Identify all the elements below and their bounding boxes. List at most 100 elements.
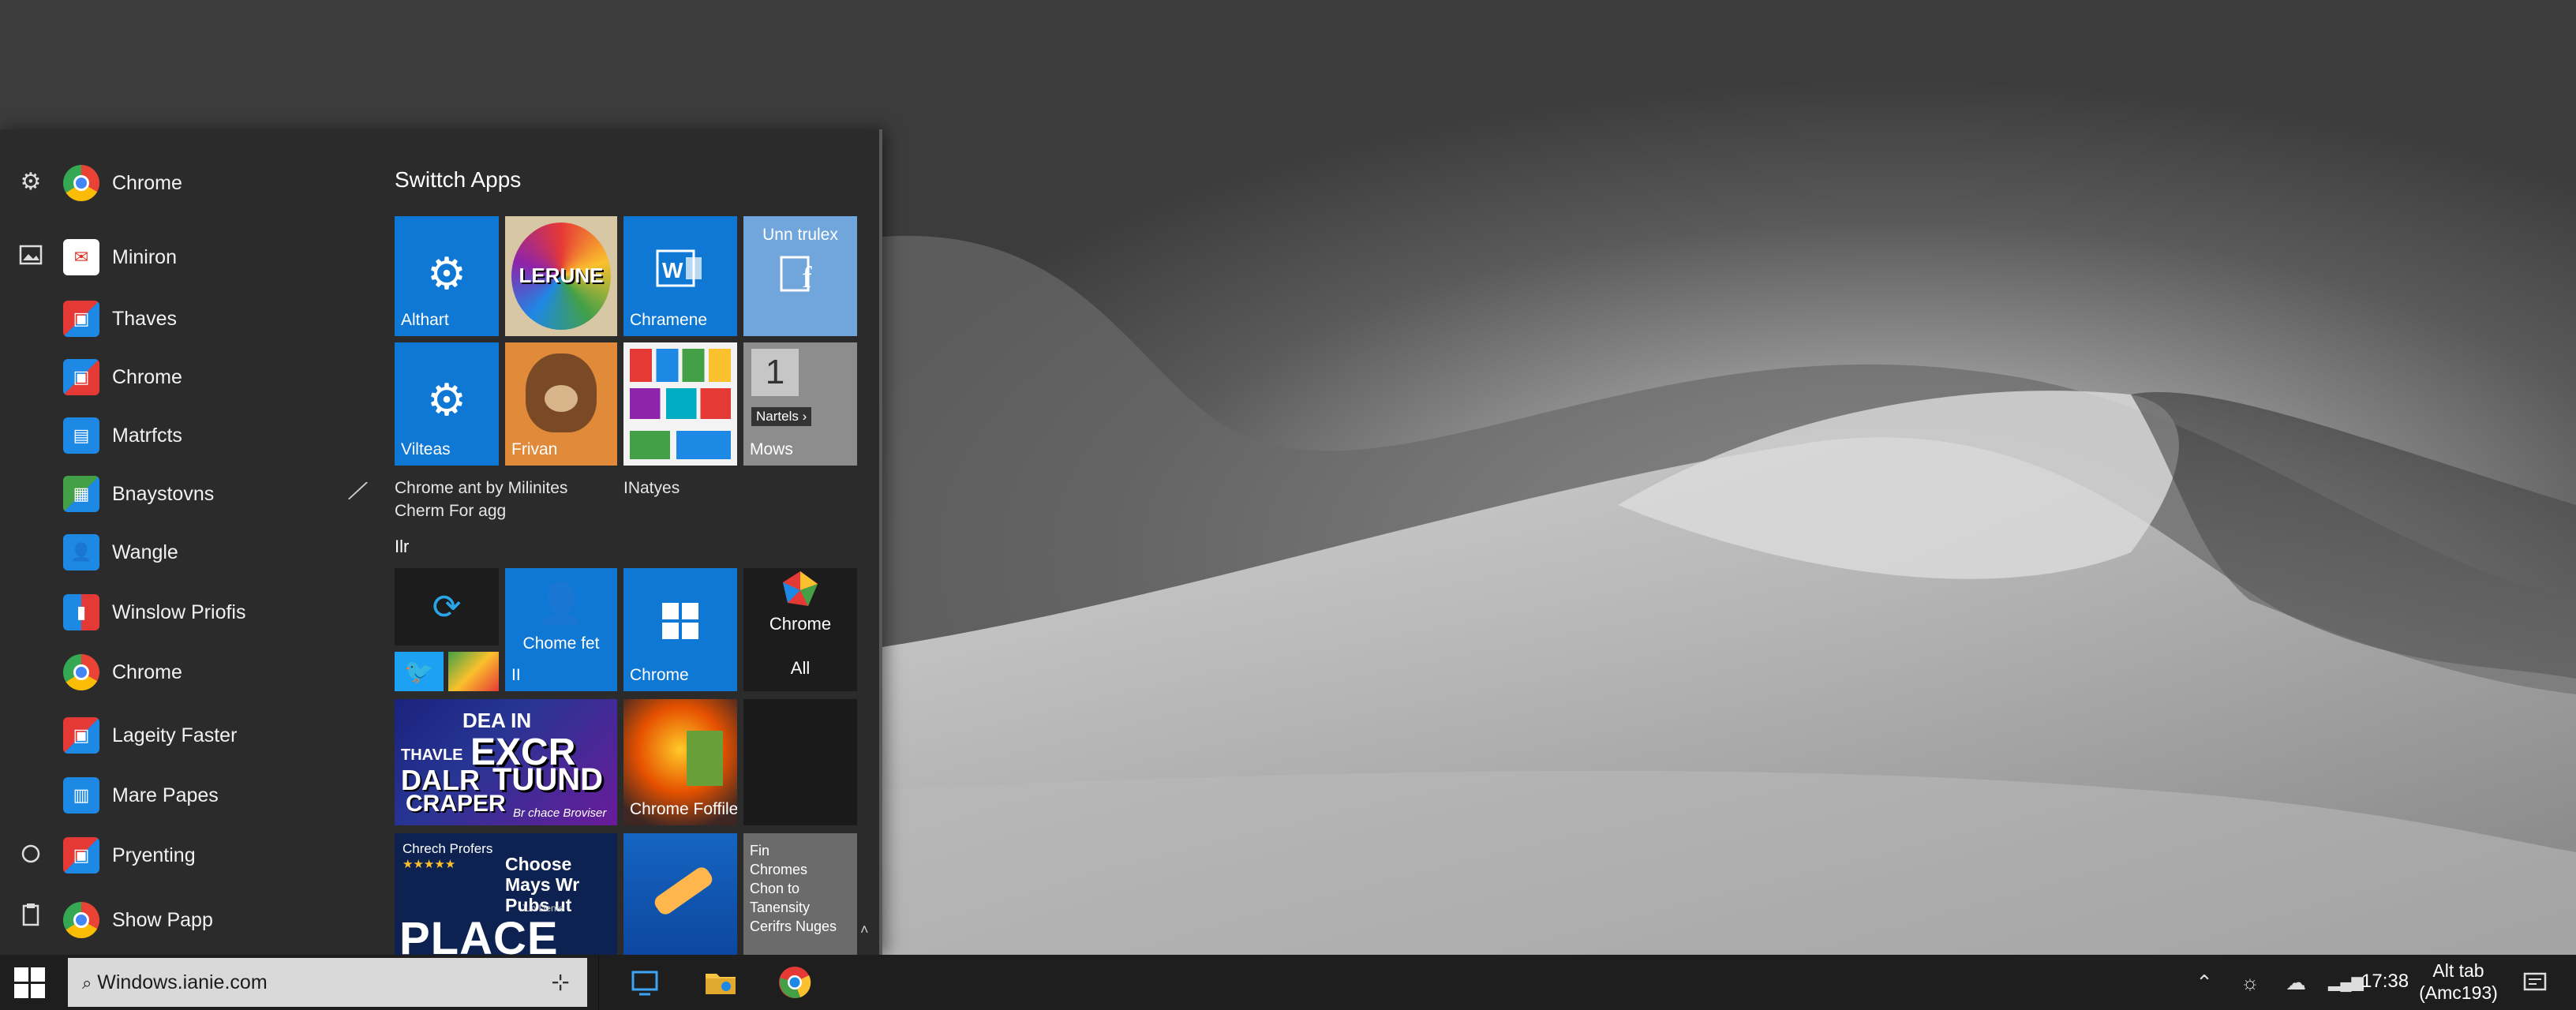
caption-line: Cherm For agg [395,502,507,520]
app-item-miniron[interactable]: ✉ Miniron [63,235,379,279]
app-label: Bnaystovns [112,482,215,505]
clock-time[interactable]: 17:38 [2361,971,2409,993]
gear-icon: ⚙ [426,375,467,425]
app-item-bnaystovns[interactable]: ▦ Bnaystovns [63,472,379,516]
tile-text: Fin Chromes Chon to Tanensity Cerifrs Nu… [750,841,837,936]
tile-place[interactable]: Chrech Profers ★★★★★ Choose Mays Wr Pubs… [395,833,617,955]
search-icon: ⌕ [82,973,92,993]
tile-text-line: Cerifrs Nuges [750,918,837,934]
app-list: Chrome ✉ Miniron ▣ Thaves ▣ Chrome ▤ Mat… [63,129,371,955]
start-rail: ⚙ [0,129,63,955]
tile-unn-trulex[interactable]: Unn trulex f [743,216,857,336]
brightness-icon[interactable]: ☼ [2238,971,2262,994]
tile-label: Chrome [630,666,689,684]
bear-face [545,385,578,412]
tile-fin-chromes[interactable]: Fin Chromes Chon to Tanensity Cerifrs Nu… [743,833,857,955]
search-box[interactable]: ⌕ Windows.ianie.com ⊹ [68,958,587,1007]
pin-icon[interactable]: ⊹ [552,958,570,1007]
tile-poster-game[interactable]: DEA IN EXCR TUUND THAVLE DALR CRAPER Br … [395,699,617,825]
app-item-matrfcts[interactable]: ▤ Matrfcts [63,413,379,458]
app-label: Lageity Faster [112,724,238,746]
app-icon: ▤ [63,417,99,454]
place-line: Chrech Profers [402,841,493,856]
power-icon[interactable] [17,840,44,866]
poster-line: Br chace Broviser [513,806,607,820]
task-view-icon[interactable] [627,964,663,1001]
app-item-show-papp[interactable]: Show Papp [63,898,379,942]
app-icon: ▦ [63,476,99,512]
app-item-pryenting[interactable]: ▣ Pryenting [63,833,379,877]
bird-icon: 🐦 [404,659,434,685]
app-item-wangle[interactable]: 👤 Wangle [63,530,379,574]
tile-althart[interactable]: ⚙ Althart [395,216,499,336]
app-label: Mare Papes [112,784,219,806]
svg-text:W: W [662,258,683,282]
tile-frivan[interactable]: Frivan [505,342,617,466]
app-icon: ▣ [63,837,99,873]
app-label: Wangle [112,541,178,563]
tile-chramene[interactable]: W Chramene [623,216,737,336]
tile-caption: Chrome ant by Milinites Cherm For agg [395,477,567,522]
tile-chrome-foffiles[interactable]: Chrome Foffiles [623,699,737,825]
tile-title: Unn trulex [762,226,838,244]
taskbar: ⌕ Windows.ianie.com ⊹ ⌃ ☼ ☁ ▂▄▆ 17:38 Al… [0,955,2576,1010]
app-label: Matrfcts [112,424,182,447]
alt-tab-indicator[interactable]: Alt tab (Amc193) [2415,960,2502,1004]
app-icon: ▮ [63,594,99,630]
tile-app-collage[interactable] [623,342,737,466]
alttab-line: (Amc193) [2419,982,2498,1003]
tile-text-line: Chon to [750,881,800,896]
rocket-image [651,864,716,918]
gear-icon[interactable]: ⚙ [17,169,44,196]
clipboard-icon[interactable] [17,901,44,928]
rating-stars: ★★★★★ [402,858,456,871]
tile-empty[interactable] [743,699,857,825]
scroll-up-icon[interactable]: ˄ [860,922,869,938]
tile-chrome-all[interactable]: Chrome All [743,568,857,691]
app-item-chrome-3[interactable]: Chrome [63,650,379,694]
alttab-line: Alt tab [2432,960,2484,981]
app-item-lageity-faster[interactable]: ▣ Lageity Faster [63,713,379,758]
tile-sync[interactable]: ⟳ [395,568,499,645]
app-label: Chrome [112,365,182,388]
app-label: Miniron [112,245,177,268]
place-line: PLACE [399,913,559,955]
tile-rocket[interactable] [623,833,737,955]
tile-text-line: Fin [750,843,770,858]
app-icon: ▣ [63,301,99,337]
app-icon: ▣ [63,359,99,395]
person-icon: 👤 [536,582,586,626]
tile-nartels[interactable]: 1 Nartels › Mows [743,342,857,466]
app-label: Winslow Priofis [112,600,246,623]
tile-maps[interactable] [448,652,499,691]
notification-center-icon[interactable] [2522,971,2548,996]
tile-text-line: Tanensity [750,900,811,915]
app-item-mare-papes[interactable]: ▥ Mare Papes [63,773,379,817]
image-icon[interactable] [17,241,44,268]
chevron-up-icon[interactable]: ⌃ [2192,971,2216,994]
tile-label: Chramene [630,311,708,329]
caption-line: Chrome ant by Milinites [395,479,568,497]
poster-line: CRAPER [406,791,506,817]
tile-chome-fet[interactable]: 👤 Chome fet II [505,568,617,691]
taskbar-divider [598,955,599,1010]
app-icon: ▥ [63,777,99,814]
tile-vilteas[interactable]: ⚙ Vilteas [395,342,499,466]
app-item-chrome-2[interactable]: ▣ Chrome [63,355,379,399]
file-explorer-icon[interactable] [702,964,739,1001]
cloud-icon[interactable]: ☁ [2284,971,2308,994]
app-item-chrome[interactable]: Chrome [63,161,379,205]
windows-start-button[interactable] [14,967,46,999]
tile-text-line: Chromes [750,862,808,877]
app-item-winslow-priofis[interactable]: ▮ Winslow Priofis [63,590,379,634]
app-item-thaves[interactable]: ▣ Thaves [63,297,379,341]
tile-label: II [511,666,521,684]
tile-chrome-windows[interactable]: Chrome [623,568,737,691]
tile-twitter[interactable]: 🐦 [395,652,444,691]
tile-lerune[interactable]: LERUNE [505,216,617,336]
chrome-icon[interactable] [777,964,813,1001]
svg-text:f: f [802,261,812,294]
office-icon: f [743,251,857,301]
signal-icon[interactable]: ▂▄▆ [2328,971,2364,994]
windows-icon [623,601,737,645]
